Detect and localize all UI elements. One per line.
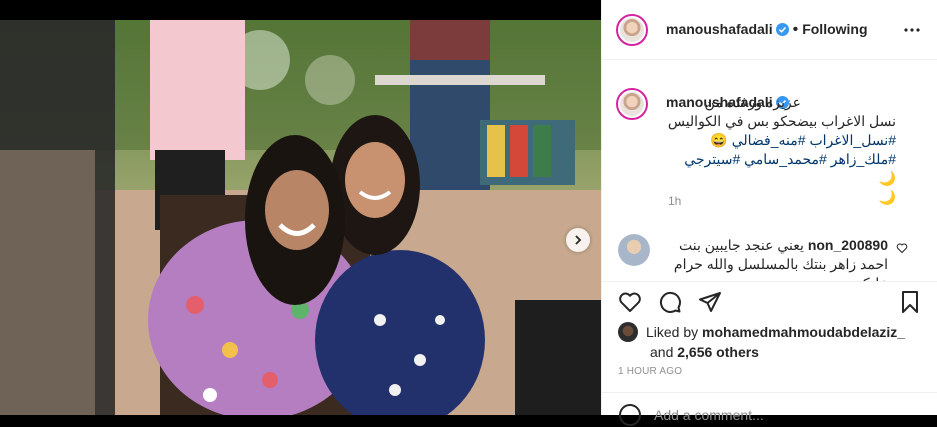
liked-by-user[interactable]: mohamedmahmoudabdelaziz_ (702, 324, 905, 340)
emoji-icon[interactable] (618, 403, 642, 427)
grin-emoji: 😄 (710, 132, 728, 148)
liked-by-prefix: Liked by (646, 324, 699, 340)
commenter-username[interactable]: non_200890 (808, 237, 888, 253)
caption-author-avatar[interactable] (616, 88, 648, 120)
share-icon[interactable] (698, 290, 722, 314)
action-bar (602, 282, 937, 322)
verified-badge-icon (775, 23, 789, 36)
commenter-avatar[interactable] (618, 234, 650, 266)
post-photo-illustration (0, 20, 601, 415)
header-user-line: manoushafadali • Following (666, 21, 868, 39)
add-comment-bar: Add a comment... (602, 392, 937, 426)
photo-top-strip (0, 0, 601, 20)
caption-hashtags-2[interactable]: #ملك_زاهر #محمد_سامي #سيترجي (684, 151, 896, 167)
caption-and-comments: manoushafadali عزيزه ورغده من نسل الاغرا… (602, 60, 937, 282)
post-photo[interactable] (0, 20, 601, 415)
chevron-right-icon (575, 235, 582, 245)
caption-time-ago[interactable]: 1h (668, 194, 681, 208)
and-word: and (650, 344, 674, 360)
caption-text: عزيزه ورغده من نسل الاغراب بيضحكو بس في … (666, 93, 896, 207)
moon-emoji-2: 🌙 (878, 189, 896, 205)
author-avatar[interactable] (616, 14, 648, 46)
author-username[interactable]: manoushafadali (666, 21, 773, 37)
post-header: manoushafadali • Following (602, 0, 937, 60)
comment-icon[interactable] (658, 290, 682, 314)
more-options-icon[interactable] (902, 22, 922, 38)
header-separator: • (792, 21, 799, 38)
bookmark-icon[interactable] (898, 290, 922, 314)
following-button[interactable]: Following (802, 21, 867, 37)
posted-time[interactable]: 1 HOUR AGO (618, 366, 682, 377)
next-photo-button[interactable] (566, 228, 590, 252)
small-heart-icon[interactable] (896, 242, 908, 254)
add-comment-input[interactable]: Add a comment... (654, 407, 764, 423)
caption-hashtags-1[interactable]: #نسل_الاغراب #منه_فضالي (732, 132, 896, 148)
post-side-panel: manoushafadali • Following manoushafadali … (601, 0, 937, 426)
others-count[interactable]: 2,656 others (677, 344, 759, 360)
instagram-post-modal: manoushafadali • Following manoushafadali … (0, 0, 937, 426)
caption-line-2: نسل الاغراب بيضحكو بس في الكواليس (667, 113, 896, 129)
moon-emoji: 🌙 (878, 170, 896, 186)
caption-line-1: عزيزه ورغده من (704, 94, 802, 110)
comment: non_200890 يعني عنجد جايبين بنت احمد زاه… (666, 236, 888, 281)
liker-avatar[interactable] (618, 322, 638, 342)
heart-icon[interactable] (618, 290, 642, 314)
